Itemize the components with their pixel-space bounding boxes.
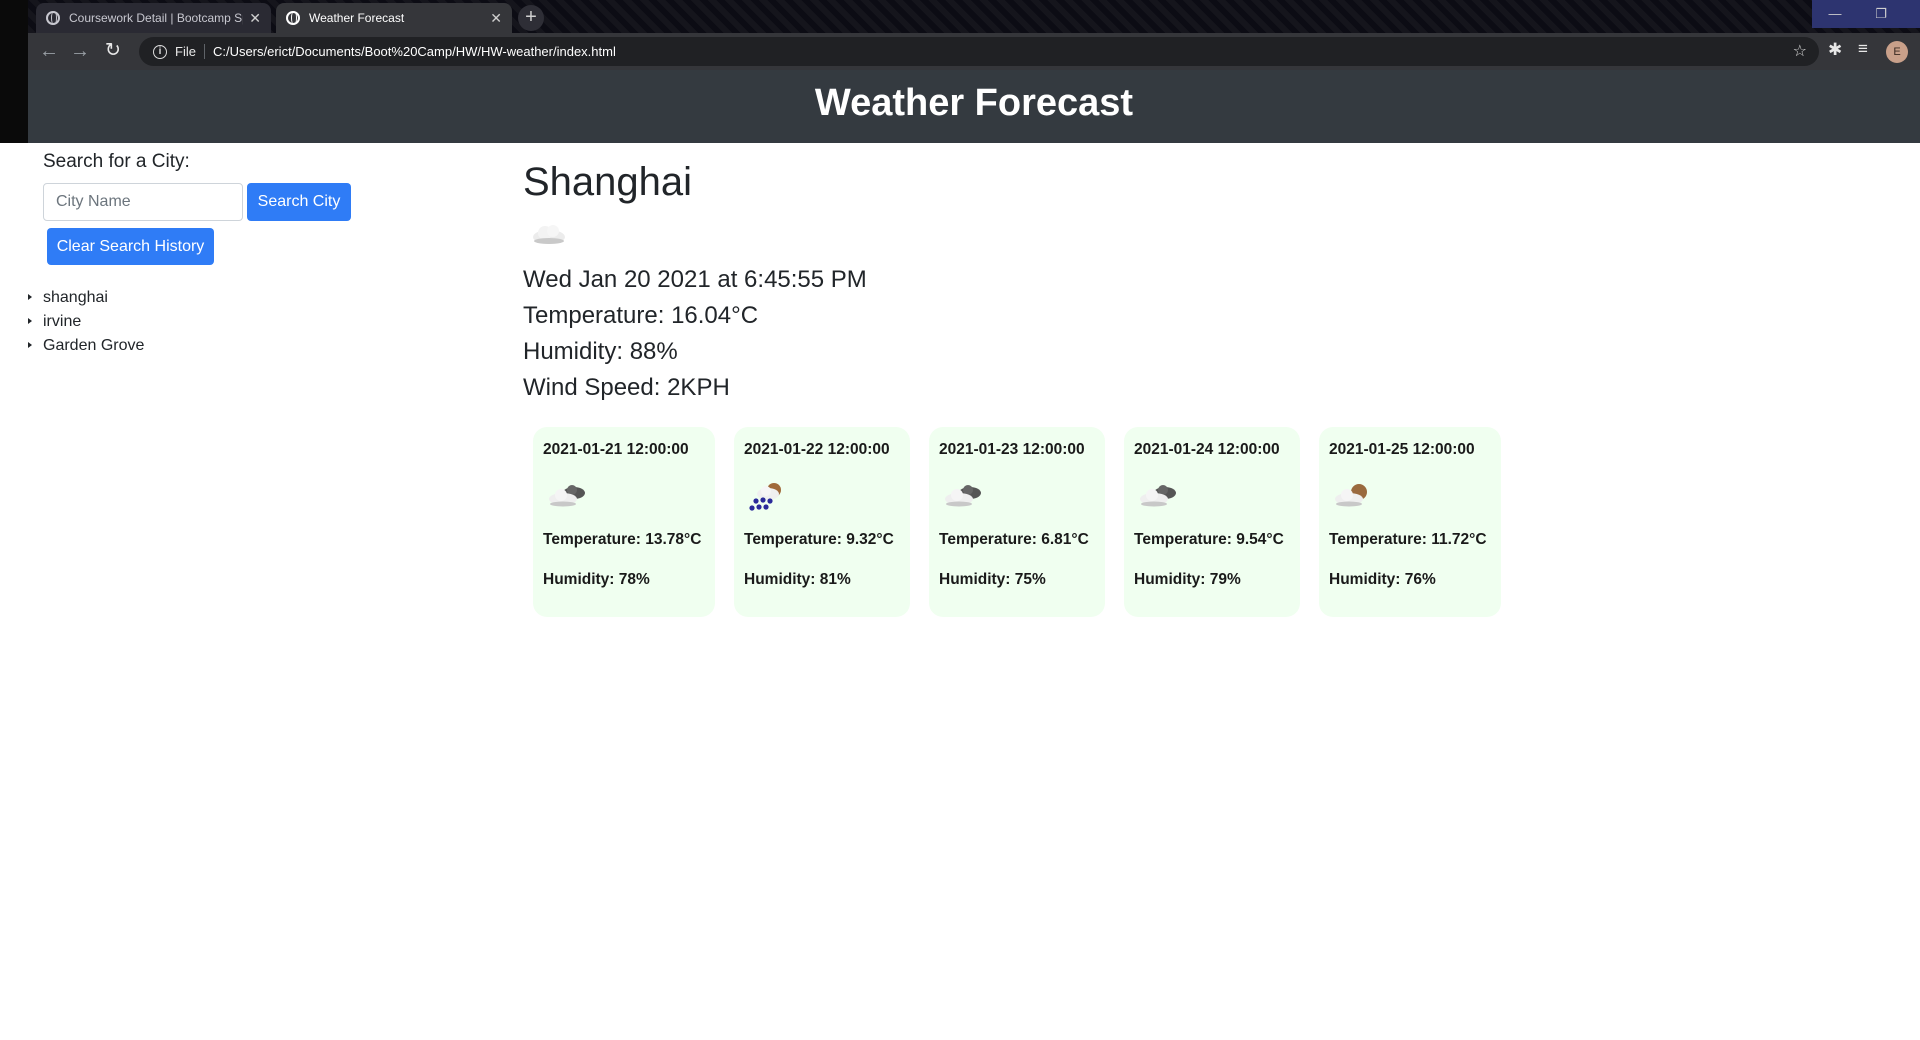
history-item-label: Garden Grove xyxy=(43,337,145,354)
disclosure-triangle-icon xyxy=(28,318,32,324)
forecast-temperature: Temperature: 9.54°C xyxy=(1134,531,1284,548)
forecast-card: 2021-01-23 12:00:00 Temperature: 6.81°C … xyxy=(929,427,1105,617)
url-text[interactable]: C:/Users/erict/Documents/Boot%20Camp/HW/… xyxy=(213,44,616,59)
history-item-label: shanghai xyxy=(43,289,108,306)
info-icon[interactable]: i xyxy=(153,44,167,59)
close-icon[interactable]: ✕ xyxy=(490,10,502,27)
globe-icon xyxy=(46,11,60,25)
close-window-button[interactable] xyxy=(1904,0,1920,28)
browser-toolbar: ← → ↻ i File C:/Users/erict/Documents/Bo… xyxy=(28,33,1920,70)
current-date: Wed Jan 20 2021 at 6:45:55 PM xyxy=(523,266,867,293)
history-item-label: irvine xyxy=(43,313,82,330)
forecast-temperature: Temperature: 9.32°C xyxy=(744,531,894,548)
few-clouds-icon xyxy=(1335,484,1367,507)
forecast-humidity: Humidity: 81% xyxy=(744,571,851,588)
city-search-input[interactable] xyxy=(43,183,243,221)
forecast-temperature: Temperature: 11.72°C xyxy=(1329,531,1487,548)
history-item-garden-grove[interactable]: Garden Grove xyxy=(28,336,144,360)
forecast-humidity: Humidity: 75% xyxy=(939,571,1046,588)
forecast-date: 2021-01-22 12:00:00 xyxy=(744,441,890,458)
page-header: Weather Forecast xyxy=(28,70,1920,143)
reload-button[interactable]: ↻ xyxy=(100,39,126,65)
bookmark-star-icon[interactable]: ☆ xyxy=(1793,41,1807,61)
address-bar[interactable]: i File C:/Users/erict/Documents/Boot%20C… xyxy=(139,37,1819,66)
forecast-temperature: Temperature: 6.81°C xyxy=(939,531,1089,548)
page-title: Weather Forecast xyxy=(814,82,1134,124)
disclosure-triangle-icon xyxy=(28,294,32,300)
forecast-card: 2021-01-25 12:00:00 Temperature: 11.72°C… xyxy=(1319,427,1501,617)
browser-tab-bar: Coursework Detail | Bootcamp Sp ✕ Weathe… xyxy=(28,0,1920,33)
search-history-list: shanghai irvine Garden Grove xyxy=(28,288,144,360)
media-queue-icon[interactable]: ≡ xyxy=(1858,39,1868,59)
extensions-icon[interactable]: ✱ xyxy=(1828,40,1842,60)
cloud-icon xyxy=(533,225,565,244)
screen: Coursework Detail | Bootcamp Sp ✕ Weathe… xyxy=(0,0,1920,1040)
forecast-card: 2021-01-21 12:00:00 Temperature: 13.78°C… xyxy=(533,427,715,617)
broken-clouds-icon xyxy=(1140,485,1176,507)
back-button[interactable]: ← xyxy=(36,39,62,65)
profile-avatar[interactable]: E xyxy=(1886,41,1908,63)
forecast-date: 2021-01-25 12:00:00 xyxy=(1329,441,1475,458)
tab-coursework-detail[interactable]: Coursework Detail | Bootcamp Sp ✕ xyxy=(36,3,271,33)
forecast-row: 2021-01-21 12:00:00 Temperature: 13.78°C… xyxy=(0,427,1920,617)
forecast-date: 2021-01-23 12:00:00 xyxy=(939,441,1085,458)
forecast-temperature: Temperature: 13.78°C xyxy=(543,531,702,548)
search-label: Search for a City: xyxy=(43,151,190,172)
globe-icon xyxy=(286,11,300,25)
forecast-card: 2021-01-24 12:00:00 Temperature: 9.54°C … xyxy=(1124,427,1300,617)
forecast-humidity: Humidity: 78% xyxy=(543,571,650,588)
tab-title: Weather Forecast xyxy=(309,11,405,25)
restore-button[interactable]: ❐ xyxy=(1858,0,1904,28)
rain-icon xyxy=(749,483,781,511)
tab-title: Coursework Detail | Bootcamp Sp xyxy=(69,11,244,25)
current-humidity: Humidity: 88% xyxy=(523,338,678,365)
broken-clouds-icon xyxy=(549,485,585,507)
forward-button[interactable]: → xyxy=(67,39,93,65)
current-wind-speed: Wind Speed: 2KPH xyxy=(523,374,730,401)
current-temperature: Temperature: 16.04°C xyxy=(523,302,759,329)
forecast-humidity: Humidity: 76% xyxy=(1329,571,1436,588)
forecast-humidity: Humidity: 79% xyxy=(1134,571,1241,588)
search-city-button[interactable]: Search City xyxy=(247,183,351,221)
tab-weather-forecast[interactable]: Weather Forecast ✕ xyxy=(276,3,512,33)
new-tab-button[interactable]: + xyxy=(518,5,544,31)
history-item-irvine[interactable]: irvine xyxy=(28,312,144,336)
current-city-name: Shanghai xyxy=(523,160,693,204)
desktop-edge xyxy=(0,0,28,143)
scheme-label: File xyxy=(175,44,205,59)
close-icon[interactable]: ✕ xyxy=(249,10,261,27)
forecast-date: 2021-01-21 12:00:00 xyxy=(543,441,689,458)
forecast-date: 2021-01-24 12:00:00 xyxy=(1134,441,1280,458)
minimize-button[interactable]: — xyxy=(1812,0,1858,28)
clear-history-button[interactable]: Clear Search History xyxy=(47,228,214,265)
disclosure-triangle-icon xyxy=(28,342,32,348)
history-item-shanghai[interactable]: shanghai xyxy=(28,288,144,312)
broken-clouds-icon xyxy=(945,485,981,507)
forecast-card: 2021-01-22 12:00:00 Temperature: 9.32°C … xyxy=(734,427,910,617)
